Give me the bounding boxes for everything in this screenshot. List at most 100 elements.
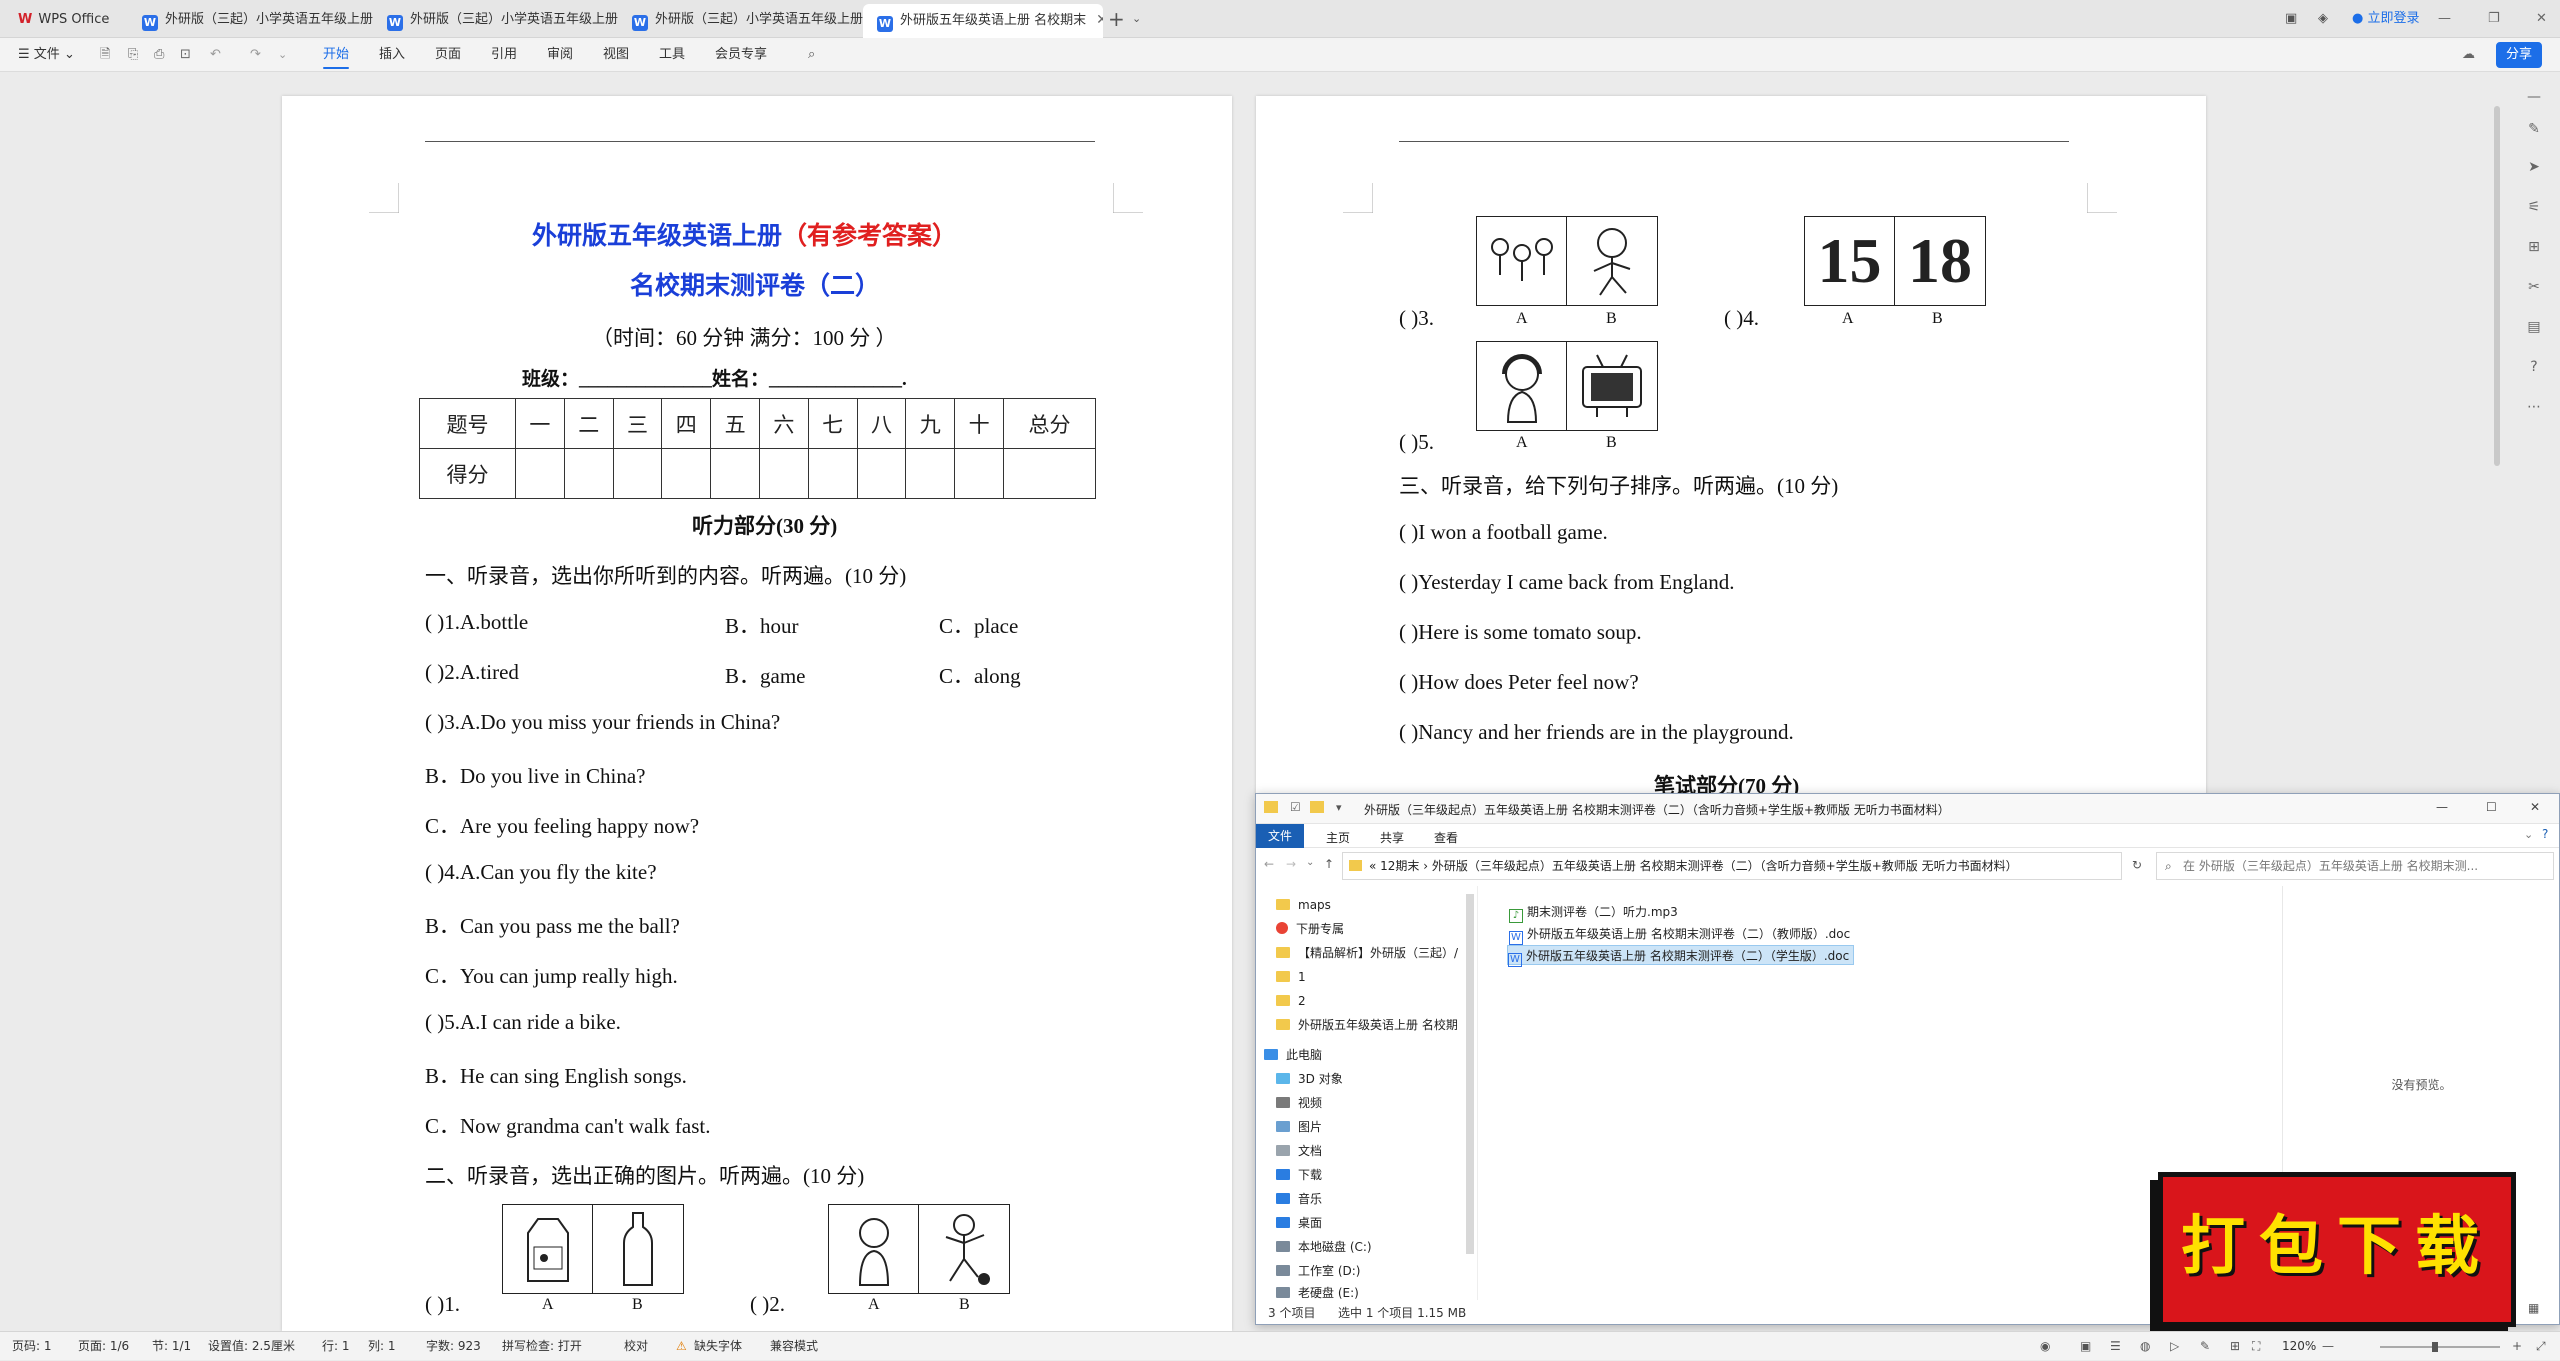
ribbon-tab-view[interactable]: 查看 <box>1434 829 1458 846</box>
score-cell[interactable] <box>612 448 663 499</box>
expand-ribbon-icon[interactable]: ⌄ <box>2524 828 2533 841</box>
up-icon[interactable]: ↑ <box>1324 857 1334 871</box>
close-window-icon[interactable]: ✕ <box>2536 2 2547 36</box>
zoom-level[interactable]: 120% <box>2282 1332 2316 1361</box>
search-input[interactable]: ⌕ 在 外研版（三年级起点）五年级英语上册 名校期末测... <box>2156 852 2554 880</box>
fit-icon[interactable]: ⛶ <box>2252 1332 2260 1361</box>
undo-icon[interactable]: ↶ <box>210 38 221 72</box>
chevron-down-icon[interactable]: ⌄ <box>1132 2 1141 36</box>
close-icon[interactable]: ✕ <box>2530 800 2540 814</box>
export-icon[interactable]: ⎘ <box>128 38 138 72</box>
nav-item[interactable]: 2 <box>1276 990 1306 1012</box>
tiles-view-icon[interactable]: ▦ <box>2528 1301 2539 1315</box>
help-icon[interactable]: ? <box>2523 356 2545 378</box>
nav-scrollbar[interactable] <box>1466 894 1474 1254</box>
back-icon[interactable]: ← <box>1264 857 1274 871</box>
menu-tab-insert[interactable]: 插入 <box>379 38 405 72</box>
close-tab-icon[interactable]: ✕ <box>1096 12 1103 28</box>
file-item[interactable]: ♪ 期末测评卷（二）听力.mp3 <box>1509 902 1678 923</box>
file-item[interactable]: W 外研版五年级英语上册 名校期末测评卷（二）（教师版）.doc <box>1509 924 1850 945</box>
refresh-icon[interactable]: ↻ <box>2132 858 2142 872</box>
nav-item[interactable]: 工作室 (D:) <box>1276 1260 1360 1282</box>
score-cell[interactable] <box>710 448 760 499</box>
vertical-scrollbar[interactable] <box>2494 106 2500 466</box>
status-word-count[interactable]: 字数: 923 <box>426 1332 481 1361</box>
cube-icon[interactable]: ◈ <box>2318 2 2328 36</box>
restore-icon[interactable]: ❐ <box>2488 2 2500 36</box>
eye-icon[interactable]: ◉ <box>2040 1332 2050 1361</box>
score-cell[interactable] <box>661 448 712 499</box>
page-view-icon[interactable]: ▣ <box>2080 1332 2091 1361</box>
zoom-in-icon[interactable]: + <box>2512 1332 2522 1361</box>
login-button[interactable]: ● 立即登录 <box>2352 2 2420 36</box>
score-cell[interactable] <box>758 448 809 499</box>
file-menu[interactable]: ☰ 文件 ⌄ <box>18 38 75 72</box>
nav-item[interactable]: 桌面 <box>1276 1212 1322 1234</box>
more-chevron-icon[interactable]: ⌄ <box>278 38 287 72</box>
tab-doc-2[interactable]: W 外研版（三起）小学英语五年级上册期末 <box>373 4 618 36</box>
menu-tab-page[interactable]: 页面 <box>435 38 461 72</box>
pen-mode-icon[interactable]: ✎ <box>2200 1332 2210 1361</box>
save-icon[interactable]: 🗎 <box>100 38 110 72</box>
book-icon[interactable]: ▤ <box>2523 316 2545 338</box>
zoom-slider[interactable] <box>2380 1346 2500 1348</box>
preview-icon[interactable]: ⊡ <box>180 38 191 72</box>
fullscreen-icon[interactable]: ⤢ <box>2536 1332 2546 1361</box>
nav-item[interactable]: 老硬盘 (E:) <box>1276 1282 1359 1300</box>
share-button[interactable]: 分享 <box>2496 42 2543 68</box>
ribbon-tab-file[interactable]: 文件 <box>1256 824 1304 848</box>
more-icon[interactable]: ⋯ <box>2523 396 2545 418</box>
adjust-icon[interactable]: ⚟ <box>2523 196 2545 218</box>
print-icon[interactable]: ⎙ <box>154 38 164 72</box>
status-pages[interactable]: 页面: 1/6 <box>78 1332 129 1361</box>
search-icon[interactable]: ⌕ <box>808 38 815 72</box>
nav-item[interactable]: 1 <box>1276 966 1306 988</box>
properties-icon[interactable]: ☑ <box>1290 800 1301 814</box>
cloud-icon[interactable]: ☁ <box>2462 38 2475 72</box>
redo-icon[interactable]: ↷ <box>250 38 261 72</box>
forward-icon[interactable]: → <box>1286 857 1296 871</box>
nav-item[interactable]: 文档 <box>1276 1140 1322 1162</box>
zoom-slider-thumb[interactable] <box>2432 1342 2438 1352</box>
address-bar[interactable]: « 12期末 › 外研版（三年级起点）五年级英语上册 名校期末测评卷（二）（含听… <box>1342 852 2122 880</box>
translate-icon[interactable]: ⊞ <box>2523 236 2545 258</box>
tab-doc-3[interactable]: W 外研版（三起）小学英语五年级上册期末 <box>618 4 863 36</box>
nav-item[interactable]: 3D 对象 <box>1276 1068 1343 1090</box>
nav-item[interactable]: 外研版五年级英语上册 名校期 <box>1276 1014 1458 1036</box>
play-icon[interactable]: ▷ <box>2170 1332 2179 1361</box>
new-folder-icon[interactable] <box>1310 801 1324 813</box>
layout-icon[interactable]: ▣ <box>2285 2 2297 36</box>
menu-tab-start[interactable]: 开始 <box>323 38 350 72</box>
web-view-icon[interactable]: ◍ <box>2140 1332 2150 1361</box>
score-cell[interactable] <box>807 448 858 499</box>
zoom-out-icon[interactable]: — <box>2322 1332 2334 1361</box>
maximize-icon[interactable]: ☐ <box>2486 800 2497 814</box>
score-cell[interactable] <box>856 448 907 499</box>
nav-item[interactable]: 下载 <box>1276 1164 1322 1186</box>
score-cell[interactable] <box>954 448 1004 499</box>
score-cell[interactable] <box>1003 448 1096 499</box>
score-cell[interactable] <box>905 448 956 499</box>
grid-icon[interactable]: ⊞ <box>2230 1332 2240 1361</box>
download-package-badge[interactable]: 打包下载 <box>2158 1172 2516 1327</box>
new-tab-icon[interactable]: + <box>1108 2 1125 36</box>
nav-item[interactable]: 本地磁盘 (C:) <box>1276 1236 1372 1258</box>
tab-doc-4[interactable]: W 外研版五年级英语上册 名校期末 ✕ <box>863 4 1103 38</box>
nav-item[interactable]: maps <box>1276 894 1331 916</box>
tools-icon[interactable]: ✂ <box>2523 276 2545 298</box>
outline-view-icon[interactable]: ☰ <box>2110 1332 2121 1361</box>
menu-tab-reference[interactable]: 引用 <box>491 38 517 72</box>
nav-item-this-pc[interactable]: 此电脑 <box>1264 1044 1322 1066</box>
menu-tab-review[interactable]: 审阅 <box>547 38 573 72</box>
menu-tab-tools[interactable]: 工具 <box>659 38 685 72</box>
pen-icon[interactable]: ✎ <box>2523 118 2545 140</box>
tab-doc-1[interactable]: W 外研版（三起）小学英语五年级上册期末 <box>128 4 373 36</box>
nav-item[interactable]: 下册专属 <box>1276 918 1344 940</box>
collapse-icon[interactable]: — <box>2523 86 2545 108</box>
help-icon[interactable]: ? <box>2542 827 2548 841</box>
score-cell[interactable] <box>515 448 565 499</box>
score-cell[interactable] <box>563 448 614 499</box>
ribbon-tab-share[interactable]: 共享 <box>1380 829 1404 846</box>
nav-item[interactable]: 视频 <box>1276 1092 1322 1114</box>
status-spellcheck[interactable]: 拼写检查: 打开 <box>502 1332 582 1361</box>
